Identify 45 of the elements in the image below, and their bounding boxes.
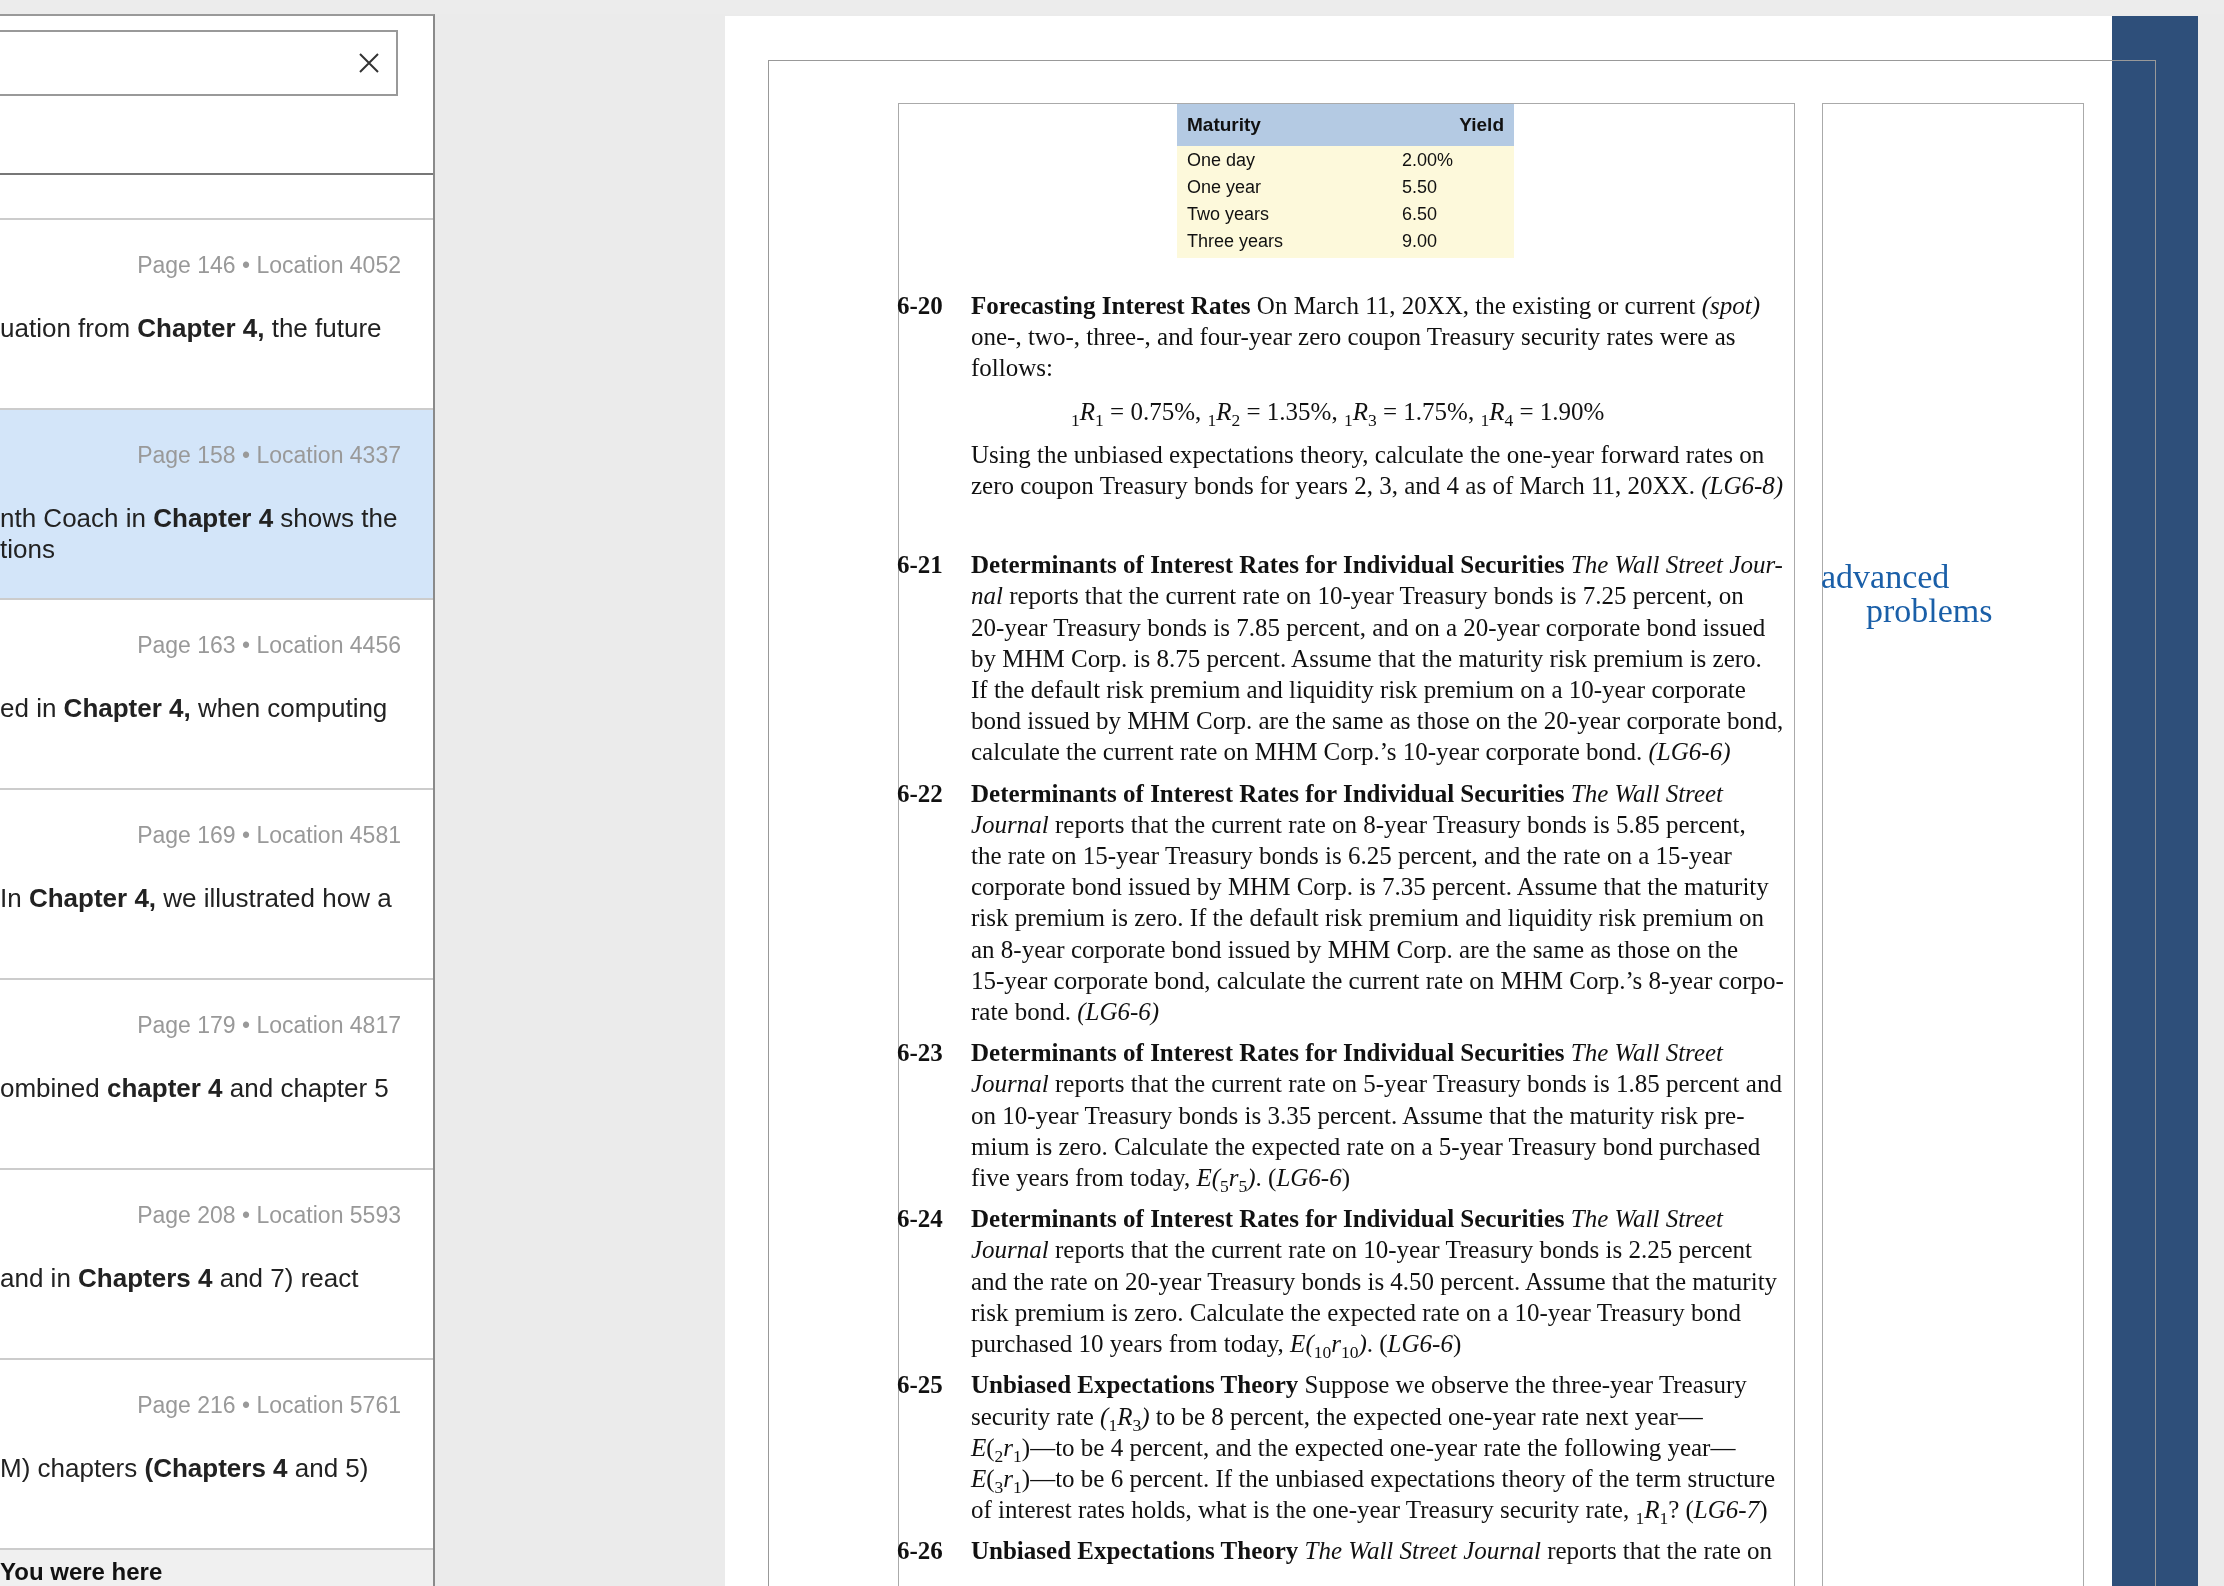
- problem-text: Determinants of Interest Rates for Individual Securities The Wall Street Journal reports that the current rate on 8-year Treasury bonds is 5.85 percent, the rate on 15-year Treasury bonds is 6.25 percent, and the rate on a 15-year corporate bond issued by MHM Corp. is 7.35 percent. Assume that the maturity risk premium is zero. If the default risk premium and liquidity risk premium on an 8-year corporate bond issued by MHM Corp. are the same as those on the 15-year corporate bond, calculate the current rate on MHM Corp.’s 8-year corpo- rate bond. (LG6-6): [971, 778, 1784, 1028]
- result-location: Page 169 • Location 4581: [137, 822, 401, 849]
- result-location: Page 208 • Location 5593: [137, 1202, 401, 1229]
- result-snippet: ombined chapter 4 and chapter 5: [0, 1073, 389, 1104]
- problem-text: Unbiased Expectations Theory Suppose we observe the three-year Treasury security rate ($_{1}$R$_{3}$) to be 8 percent, the expected one-year rate next year— E($_{2}$r$_{1}$)—to be 4 percent, and the expected one-year rate the following year— E($_{3}$r$_{1}$)—to be 6 percent. If the unbiased expectations theory of the term structure of interest rates holds, what is the one-year Treasury security rate, $_{1}$R$_{1}$? (LG6-7): [971, 1370, 1776, 1526]
- table-cell: 2.00%: [1341, 146, 1514, 173]
- you-were-here-label: You were here: [0, 1558, 163, 1585]
- close-icon[interactable]: [358, 52, 380, 74]
- problem-text: Determinants of Interest Rates for Individual Securities The Wall Street Jour- nal reports that the current rate on 10-year Treasury bonds is 7.25 percent, on 20-year Treasury bonds is 7.85 percent, and on a 20-year corporate bond issued by MHM Corp. is 8.75 percent. Assume that the maturity risk premium is zero. If the default risk premium and liquidity risk premium on a 10-year corporate bond issued by MHM Corp. are the same as those on the 20-year corporate bond, calculate the current rate on MHM Corp.’s 10-year corporate bond. (LG6-6): [971, 550, 1784, 768]
- section-heading: advanced problems: [1821, 560, 1993, 628]
- search-field[interactable]: [0, 30, 398, 96]
- table-cell: Three years: [1177, 227, 1342, 258]
- result-location: Page 146 • Location 4052: [137, 252, 401, 279]
- problem-number: 6-22: [897, 778, 943, 809]
- problem-text: Determinants of Interest Rates for Individual Securities The Wall Street Journal reports that the current rate on 5-year Treasury bonds is 1.85 percent and on 10-year Treasury bonds is 3.35 percent. Assume that the maturity risk pre- mium is zero. Calculate the expected rate on a 5-year Treasury bond purchased five years from today, E($_{5}$r$_{5}$). (LG6-6): [971, 1038, 1782, 1194]
- result-snippet: ed in Chapter 4, when computing: [0, 693, 388, 724]
- result-location: Page 216 • Location 5761: [137, 1392, 401, 1419]
- result-snippet: uation from Chapter 4, the future: [0, 313, 382, 344]
- search-result[interactable]: Page 158 • Location 4337 nth Coach in Chapter 4 shows the tions: [0, 410, 433, 600]
- column-header: Yield: [1341, 104, 1514, 146]
- table-cell: 5.50: [1341, 173, 1514, 200]
- result-location: Page 163 • Location 4456: [137, 632, 401, 659]
- problem-number: 6-23: [897, 1038, 943, 1069]
- problem-text: Using the unbiased expectations theory, calculate the one-year forward rates on zero coupon Treasury bonds for years 2, 3, and 4 as of March 11, 20XX. (LG6-8): [971, 439, 1784, 502]
- table-cell: 6.50: [1341, 200, 1514, 227]
- table-cell: One day: [1177, 146, 1342, 173]
- result-snippet: M) chapters (Chapters 4 and 5): [0, 1453, 369, 1484]
- problem-text: Unbiased Expectations Theory The Wall Street Journal reports that the rate on: [971, 1536, 1773, 1567]
- problem-number: 6-21: [897, 550, 943, 581]
- problem-text: Determinants of Interest Rates for Individual Securities The Wall Street Journal reports that the current rate on 10-year Treasury bonds is 2.25 percent and the rate on 20-year Treasury bonds is 4.50 percent. Assume that the maturity risk premium is zero. Calculate the expected rate on a 10-year Treasury bond purchased 10 years from today, E($_{10}$r$_{10}$). (LG6-6): [971, 1204, 1778, 1360]
- problem-number: 6-26: [897, 1536, 943, 1567]
- problem-number: 6-20: [897, 291, 943, 321]
- column-header: Maturity: [1177, 104, 1342, 146]
- result-location: Page 179 • Location 4817: [137, 1012, 401, 1039]
- result-snippet: nth Coach in Chapter 4 shows the tions: [0, 503, 398, 565]
- problem-number: 6-25: [897, 1370, 943, 1401]
- table-cell: 9.00: [1341, 227, 1514, 258]
- problem-text: Forecasting Interest Rates On March 11, 20XX, the existing or current (spot) one-, two-, three-, and four-year zero coupon Treasury security rates were as follows:: [971, 291, 1760, 384]
- formula: $_{1}$R$_{1}$ = 0.75%, $_{1}$R$_{2}$ = 1.35%, $_{1}$R$_{3}$ = 1.75%, $_{1}$R$_{4}$ = 1.90%: [1071, 396, 1605, 427]
- result-snippet: In Chapter 4, we illustrated how a: [0, 883, 392, 914]
- result-snippet: and in Chapters 4 and 7) react: [0, 1263, 359, 1294]
- table-cell: Two years: [1177, 200, 1342, 227]
- table-cell: One year: [1177, 173, 1342, 200]
- result-location: Page 158 • Location 4337: [137, 442, 401, 469]
- problem-number: 6-24: [897, 1204, 943, 1235]
